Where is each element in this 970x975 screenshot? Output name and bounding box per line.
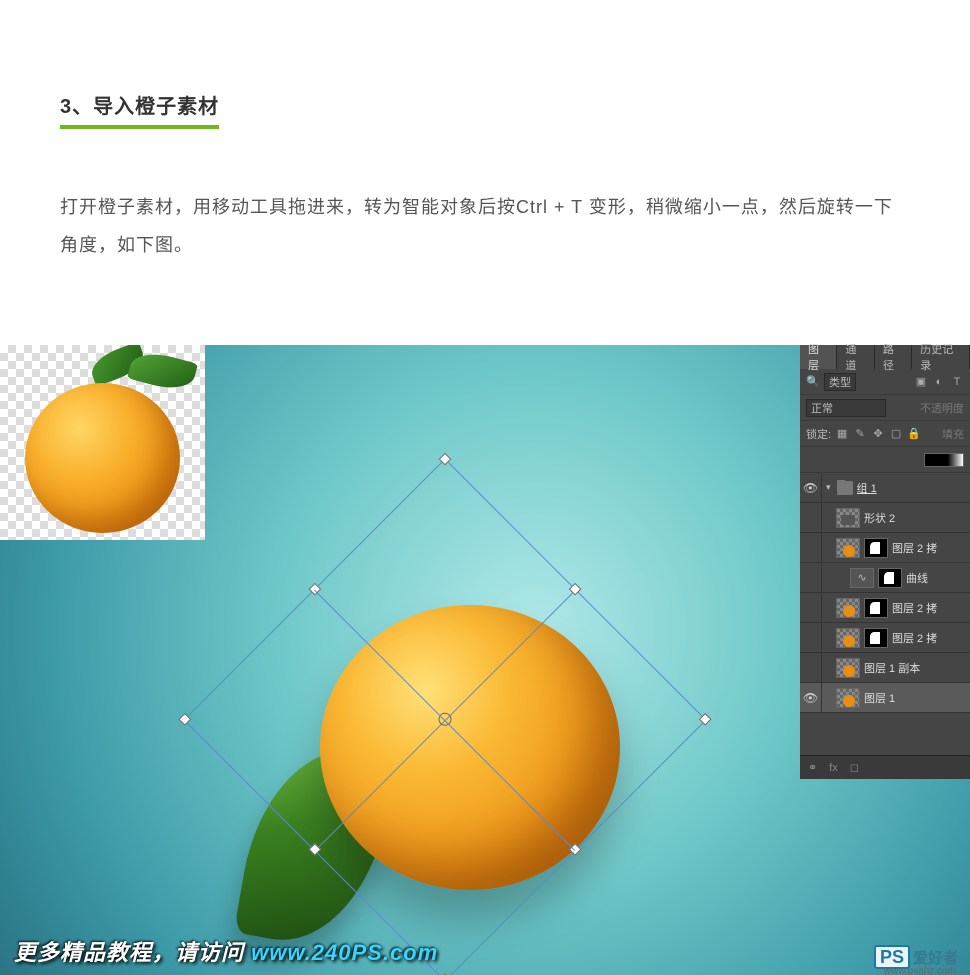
filter-type-select[interactable]: 类型 [824, 373, 856, 391]
layer-row[interactable]: 👁 ▾ 组 1 [800, 473, 970, 503]
layer-row[interactable]: 图层 2 拷 [800, 623, 970, 653]
folder-icon [837, 481, 853, 495]
mask-thumbnail [924, 453, 964, 467]
layer-name[interactable]: 图层 1 副本 [864, 660, 920, 676]
layer-mask-thumbnail[interactable] [864, 538, 888, 558]
layer-content: 图层 2 拷 [822, 598, 970, 618]
layer-row[interactable]: 👁 图层 1 [800, 683, 970, 713]
search-icon: 🔍 [806, 375, 820, 389]
transform-handle-side[interactable] [569, 583, 582, 596]
layer-content: 图层 2 拷 [822, 628, 970, 648]
lock-transparency-icon[interactable]: ▦ [835, 427, 849, 441]
lock-pixels-icon[interactable]: ✎ [853, 427, 867, 441]
layer-visibility-toggle[interactable] [800, 593, 822, 622]
lock-all-icon[interactable]: 🔒 [907, 427, 921, 441]
tutorial-watermark: 更多精品教程，请访问 www.240PS.com [14, 935, 438, 967]
layer-name[interactable]: 图层 2 拷 [892, 630, 937, 646]
layer-name[interactable]: 形状 2 [864, 510, 895, 526]
orange-fruit [25, 383, 180, 533]
lock-position-icon[interactable]: ✥ [871, 427, 885, 441]
lock-label: 锁定: [806, 426, 831, 442]
tab-layers[interactable]: 图层 [800, 345, 837, 369]
tutorial-article: 3、导入橙子素材 打开橙子素材，用移动工具拖进来，转为智能对象后按Ctrl + … [0, 0, 970, 325]
add-mask-icon[interactable]: ◻ [850, 761, 859, 774]
step-heading: 3、导入橙子素材 [60, 90, 219, 129]
fill-label: 填充 [925, 426, 964, 442]
chevron-down-icon[interactable]: ▾ [826, 482, 831, 493]
step-body: 打开橙子素材，用移动工具拖进来，转为智能对象后按Ctrl + T 变形，稍微缩小… [60, 189, 910, 265]
blend-mode-select[interactable]: 正常 [806, 399, 886, 417]
layer-visibility-toggle[interactable] [800, 563, 822, 592]
transform-handle-corner[interactable] [178, 713, 191, 726]
layer-thumbnail[interactable]: ∿ [850, 568, 874, 588]
layer-content: 图层 2 拷 [822, 538, 970, 558]
layer-name[interactable]: 图层 2 拷 [892, 540, 937, 556]
layer-name[interactable]: 图层 2 拷 [892, 600, 937, 616]
watermark-cn: 爱好者 [913, 947, 958, 968]
eye-icon: 👁 [803, 481, 818, 495]
transform-handle-side[interactable] [309, 583, 322, 596]
mask-preview-row [800, 447, 970, 473]
layer-thumbnail[interactable] [836, 508, 860, 528]
layer-row[interactable]: 图层 2 拷 [800, 533, 970, 563]
orange-fruit-transform-target[interactable] [320, 605, 620, 890]
layer-visibility-toggle[interactable] [800, 533, 822, 562]
transform-handle-corner[interactable] [699, 713, 712, 726]
layer-row[interactable]: ∿ 曲线 [800, 563, 970, 593]
layer-thumbnail[interactable] [836, 598, 860, 618]
lock-artboard-icon[interactable]: ▢ [889, 427, 903, 441]
tab-paths[interactable]: 路径 [875, 345, 912, 369]
adjustment-filter-icon[interactable]: ◐ [932, 375, 946, 389]
layer-row[interactable]: 形状 2 [800, 503, 970, 533]
layers-list: 👁▾组 1形状 2图层 2 拷∿曲线图层 2 拷图层 2 拷图层 1 副本👁图层… [800, 473, 970, 713]
tab-history[interactable]: 历史记录 [912, 345, 970, 369]
layer-content: ▾ 组 1 [822, 480, 970, 496]
layer-mask-thumbnail[interactable] [878, 568, 902, 588]
layer-thumbnail[interactable] [836, 538, 860, 558]
panel-tabs: 图层 通道 路径 历史记录 [800, 345, 970, 369]
layer-mask-thumbnail[interactable] [864, 628, 888, 648]
layer-name[interactable]: 组 1 [857, 480, 877, 496]
layers-panel[interactable]: 图层 通道 路径 历史记录 🔍 类型 ▣ ◐ T 正常 不透明度 锁定: ▦ ✎… [800, 345, 970, 779]
layer-content: ∿ 曲线 [822, 568, 970, 588]
layer-thumbnail[interactable] [836, 688, 860, 708]
layer-visibility-toggle[interactable]: 👁 [800, 473, 822, 502]
tab-channels[interactable]: 通道 [837, 345, 874, 369]
watermark-text: 更多精品教程，请访问 [14, 940, 244, 965]
layer-name[interactable]: 曲线 [906, 570, 928, 586]
eye-icon: 👁 [803, 691, 818, 705]
layer-visibility-toggle[interactable]: 👁 [800, 683, 822, 712]
layer-content: 形状 2 [822, 508, 970, 528]
link-layers-icon[interactable]: ⚭ [808, 761, 817, 774]
opacity-label: 不透明度 [890, 400, 964, 416]
orange-source-thumbnail [0, 345, 205, 540]
layer-content: 图层 1 副本 [822, 658, 970, 678]
layer-name[interactable]: 图层 1 [864, 690, 895, 706]
layer-thumbnail[interactable] [836, 628, 860, 648]
layer-mask-thumbnail[interactable] [864, 598, 888, 618]
layer-visibility-toggle[interactable] [800, 653, 822, 682]
layer-thumbnail[interactable] [836, 658, 860, 678]
layer-content: 图层 1 [822, 688, 970, 708]
layers-panel-footer: ⚭ fx ◻ [800, 755, 970, 779]
transform-handle-corner[interactable] [439, 453, 452, 466]
fx-icon[interactable]: fx [829, 762, 838, 774]
layer-row[interactable]: 图层 2 拷 [800, 593, 970, 623]
watermark-link: www.240PS.com [251, 940, 438, 965]
layer-visibility-toggle[interactable] [800, 503, 822, 532]
lock-row: 锁定: ▦ ✎ ✥ ▢ 🔒 填充 [800, 421, 970, 447]
layer-row[interactable]: 图层 1 副本 [800, 653, 970, 683]
image-filter-icon[interactable]: ▣ [914, 375, 928, 389]
text-filter-icon[interactable]: T [950, 375, 964, 389]
blend-mode-row: 正常 不透明度 [800, 395, 970, 421]
layer-visibility-toggle[interactable] [800, 623, 822, 652]
